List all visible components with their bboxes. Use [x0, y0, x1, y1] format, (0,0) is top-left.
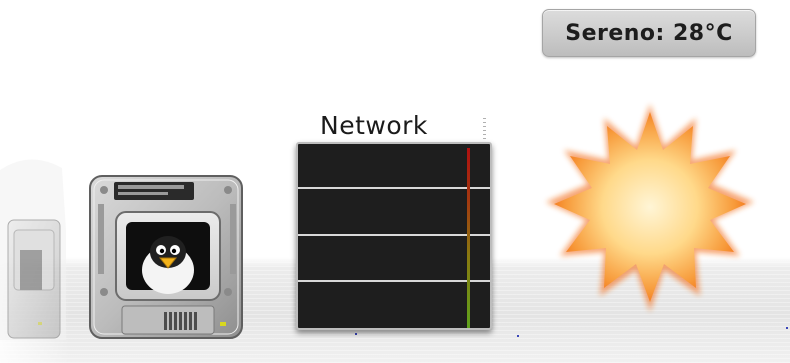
hard-drive-icon[interactable] — [88, 172, 246, 342]
network-title: Network — [320, 111, 428, 140]
ghost-drive-icon[interactable] — [0, 150, 70, 345]
weather-label: Sereno: 28°C — [565, 20, 733, 46]
dock-dot — [517, 335, 519, 337]
sun-icon[interactable] — [540, 98, 760, 318]
dock-dot — [355, 333, 357, 335]
graph-gridline — [298, 187, 490, 189]
graph-gridline — [298, 280, 490, 282]
weather-badge[interactable]: Sereno: 28°C — [542, 9, 756, 57]
graph-gridline — [298, 234, 490, 236]
dock-dot — [786, 327, 788, 329]
network-scale-ticks — [483, 118, 486, 142]
network-graph[interactable] — [296, 142, 492, 330]
network-activity-bar — [467, 148, 470, 328]
